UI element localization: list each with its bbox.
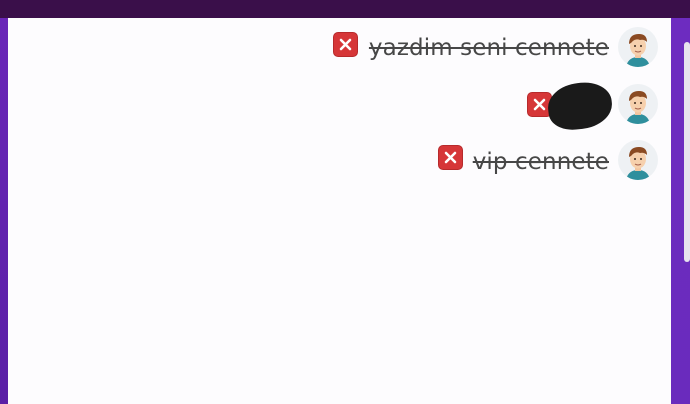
word-list-panel: yazdim seni cennete vip cennete (8, 18, 671, 404)
list-item-text: yazdim seni cennete (368, 35, 609, 61)
close-icon (339, 38, 352, 51)
list-item: vip cennete (8, 138, 671, 180)
left-frame (0, 18, 8, 404)
user-avatar-icon (618, 27, 658, 67)
delete-button[interactable] (333, 32, 358, 57)
list-item-text: vip cennete (472, 149, 609, 175)
user-avatar-icon (618, 84, 658, 124)
list-item: yazdim seni cennete (8, 27, 671, 67)
redaction-scribble (545, 79, 615, 133)
list-item (8, 79, 671, 133)
delete-button[interactable] (438, 145, 463, 170)
close-icon (444, 151, 457, 164)
close-icon (533, 98, 546, 111)
user-avatar-icon (618, 140, 658, 180)
scrollbar[interactable] (684, 42, 690, 262)
top-bar (0, 0, 690, 18)
